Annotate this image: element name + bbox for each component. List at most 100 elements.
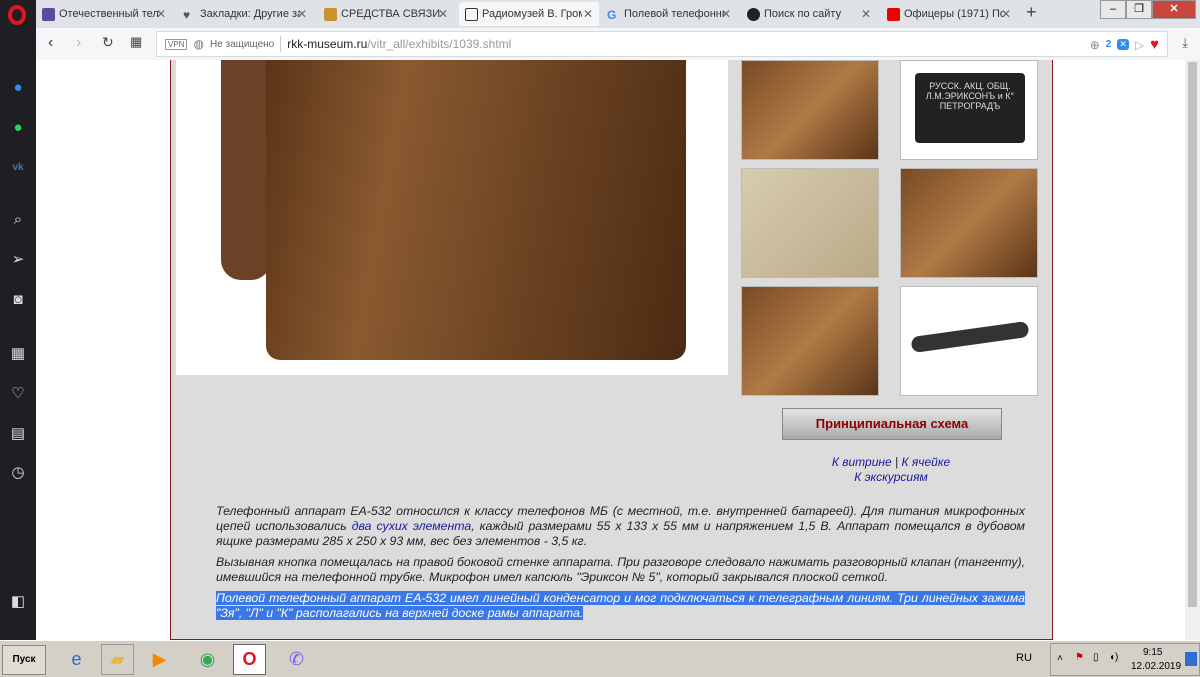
forward-button[interactable]: › [76,34,81,52]
tab-title: СРЕДСТВА СВЯЗИ 1-й [341,8,441,20]
ie-icon[interactable]: e [60,644,93,675]
close-tab-icon[interactable]: ✕ [1001,7,1011,21]
globe-icon: ◍ [193,37,204,51]
tab[interactable]: Отечественный теле ✕ [36,2,172,26]
tab[interactable]: Офицеры (1971) Пол ✕ [881,2,1017,26]
paragraph: Телефонный аппарат ЕА-532 относился к кл… [216,504,1025,549]
adblock-count: 2 [1105,39,1112,50]
tab[interactable]: G Полевой телефонны ✕ [601,2,737,26]
link-separator: | [895,455,899,469]
zoom-icon[interactable]: ⊕ [1090,38,1100,52]
opera-icon[interactable]: O [233,644,266,675]
tab-favicon [42,7,55,21]
viber-icon[interactable]: ✆ [280,644,313,675]
paragraph: Вызывная кнопка помещалась на правой бок… [216,555,1025,584]
tab-title: Радиомузей В. Громо [482,8,582,20]
clock-time[interactable]: 9:15 [1143,647,1162,658]
window-controls: – ❐ ✕ [1100,0,1196,19]
media-player-icon[interactable]: ▶ [143,644,176,675]
tab-title: Офицеры (1971) Пол [904,8,1004,20]
tab-title: Закладки: Другие за [200,8,300,20]
tab[interactable]: Поиск по сайту ✕ [741,2,877,26]
language-indicator[interactable]: RU [1016,652,1032,664]
close-tab-icon[interactable]: ✕ [156,7,166,21]
opera-logo-icon[interactable] [8,5,26,25]
heart-icon[interactable]: ♡ [8,384,28,404]
opera-sidebar: ● ● vk ⌕ ➢ ◙ ▦ ♡ ▤ ◷ ◧ [0,0,36,640]
tab-title: Отечественный теле [59,8,159,20]
navigation-links: К витрине | К ячейке К экскурсиям [736,455,1046,485]
reload-button[interactable]: ↻ [102,34,114,51]
taskbar: Пуск e ▰ ▶ ◉ O ✆ RU ˄ ⚑ ▯ ◖) 9:15 12.02.… [0,640,1200,677]
send-icon[interactable]: ▷ [1135,38,1144,52]
network-icon[interactable]: ▯ [1093,652,1099,663]
security-status[interactable]: Не защищено [210,39,274,50]
scrollbar-thumb[interactable] [1188,62,1197,607]
heart-icon[interactable]: ♥ [1150,36,1159,53]
exhibit-description: Телефонный аппарат ЕА-532 относился к кл… [216,504,1025,627]
news-icon[interactable]: ▤ [8,424,28,444]
tab-active[interactable]: Радиомузей В. Громо ✕ [459,2,599,26]
history-icon[interactable]: ◷ [8,463,28,483]
show-desktop-button[interactable] [1185,652,1197,666]
messenger-icon[interactable]: ● [8,78,28,98]
tray-expand-icon[interactable]: ˄ [1057,653,1063,664]
start-button[interactable]: Пуск [2,645,46,675]
close-tab-icon[interactable]: ✕ [721,7,731,21]
selected-paragraph: Полевой телефонный аппарат ЕА-532 имел л… [216,591,1025,620]
thumbnail-schematic[interactable] [741,168,879,278]
tab[interactable]: СРЕДСТВА СВЯЗИ 1-й✕ [318,2,454,26]
start-label: Пуск [12,654,36,665]
link-tours[interactable]: К экскурсиям [854,470,928,484]
youtube-icon [887,7,900,21]
close-window-button[interactable]: ✕ [1152,0,1196,19]
maximize-button[interactable]: ❐ [1126,0,1152,19]
main-exhibit-photo[interactable] [176,60,728,375]
address-row: ‹ › ↻ ▦ VPN ◍ Не защищено rkk-museum.ru/… [36,28,1200,60]
tab-favicon [324,7,337,21]
vpn-badge[interactable]: VPN [165,38,188,50]
schematic-button[interactable]: Принципиальная схема [782,408,1002,440]
heart-icon: ♥ [183,7,191,22]
google-icon: G [607,7,617,22]
divider [280,36,282,52]
web-page: РУССК. АКЦ. ОБЩ. Л.М.ЭРИКСОНЪ и К° ПЕТРО… [36,60,1185,640]
thumbnail-nameplate[interactable]: РУССК. АКЦ. ОБЩ. Л.М.ЭРИКСОНЪ и К° ПЕТРО… [900,60,1038,160]
tab-bar: Отечественный теле ✕ ♥ Закладки: Другие за… [36,0,1200,28]
whatsapp-icon[interactable]: ● [8,118,28,138]
vk-icon[interactable]: vk [8,158,28,178]
close-tab-icon[interactable]: ✕ [297,7,307,21]
close-tab-icon[interactable]: ✕ [583,7,593,21]
speed-dial-icon[interactable]: ▦ [8,344,28,364]
minimize-button[interactable]: – [1100,0,1126,19]
link-showcase[interactable]: К витрине [832,455,892,469]
tab-title: Поиск по сайту [764,8,842,20]
security-tray-icon[interactable]: ⚑ [1075,652,1084,663]
dry-cells-link[interactable]: два сухих элемента [352,519,472,533]
adblock-icon[interactable]: ✕ [1117,39,1129,50]
thumbnail-photo[interactable] [741,286,879,396]
thumbnail-photo[interactable] [900,168,1038,278]
tab-favicon [465,7,478,21]
sidebar-toggle-icon[interactable]: ◧ [8,592,28,612]
scrollbar[interactable] [1185,60,1200,640]
thumbnail-handset[interactable] [900,286,1038,396]
camera-icon[interactable]: ◙ [8,290,28,310]
thumbnail-photo[interactable] [741,60,879,160]
send-icon[interactable]: ➢ [8,250,28,270]
back-button[interactable]: ‹ [48,34,53,52]
volume-icon[interactable]: ◖) [1109,652,1118,663]
search-icon[interactable]: ⌕ [8,210,28,230]
speed-dial-button[interactable]: ▦ [130,34,142,50]
close-tab-icon[interactable]: ✕ [438,7,448,21]
system-tray: ˄ ⚑ ▯ ◖) 9:15 12.02.2019 [1050,643,1200,676]
address-bar[interactable]: VPN ◍ Не защищено rkk-museum.ru/vitr_all… [156,31,1168,57]
tab[interactable]: ♥ Закладки: Другие за ✕ [177,2,313,26]
close-tab-icon[interactable]: ✕ [861,7,871,21]
chrome-icon[interactable]: ◉ [191,644,224,675]
clock-date[interactable]: 12.02.2019 [1131,661,1181,672]
download-icon[interactable]: ⤓ [1182,35,1188,51]
link-cell[interactable]: К ячейке [901,455,950,469]
new-tab-button[interactable]: + [1026,2,1037,23]
explorer-icon[interactable]: ▰ [101,644,134,675]
